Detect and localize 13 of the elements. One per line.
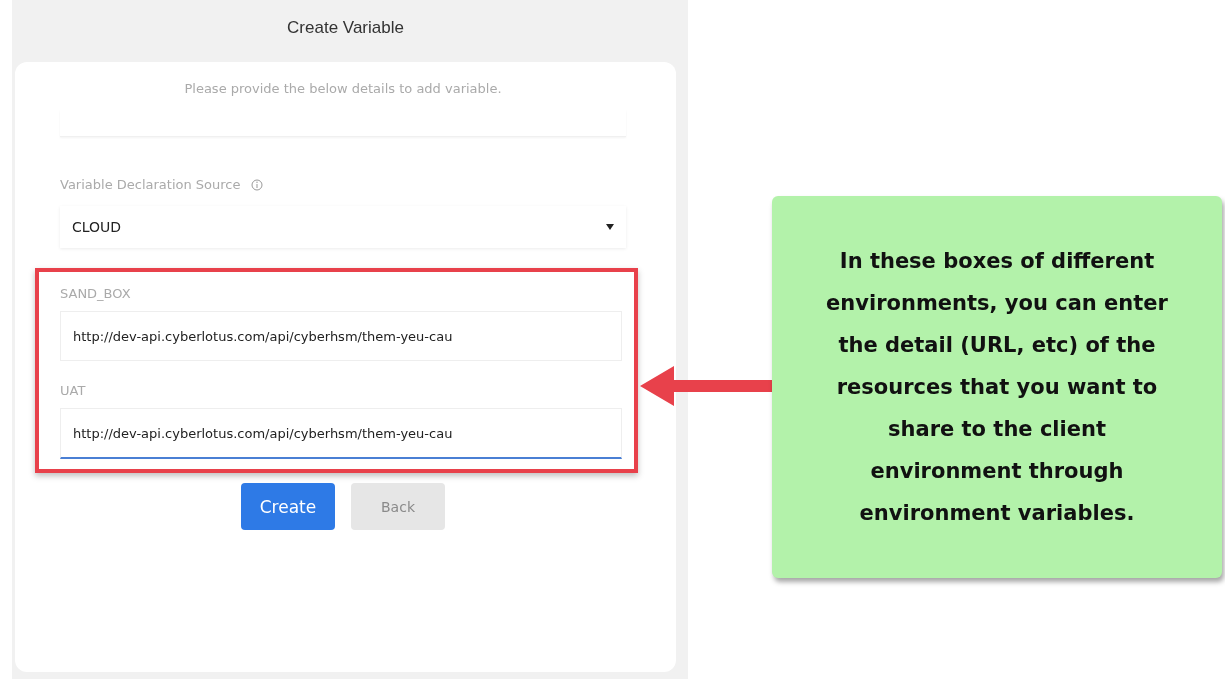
url-input-field[interactable]: http://dev-api.cyberlotus.com/api/cyberhsm/them-yeu-cau (60, 408, 622, 459)
url-input-field[interactable]: http://dev-api.cyberlotus.com/api/cyberhsm/them-yeu-cau (60, 311, 622, 361)
callout-note: In these boxes of different environments, you can enter the detail (URL, etc) of the resources that you want to share to the client environment through environment variables. (772, 196, 1222, 578)
info-icon[interactable] (250, 178, 263, 191)
create-button[interactable]: Create (241, 483, 335, 530)
field-label: UAT (60, 383, 87, 398)
field-label: Variable Declaration Source (60, 177, 241, 192)
field-label: SAND_BOX (60, 286, 132, 301)
dialog-title: Create Variable (286, 17, 405, 39)
instructions-text: Please provide the below details to add variable. (183, 81, 503, 96)
arrow-icon (640, 364, 772, 408)
caret-icon (606, 224, 614, 230)
source-select[interactable]: CLOUD (60, 206, 626, 248)
